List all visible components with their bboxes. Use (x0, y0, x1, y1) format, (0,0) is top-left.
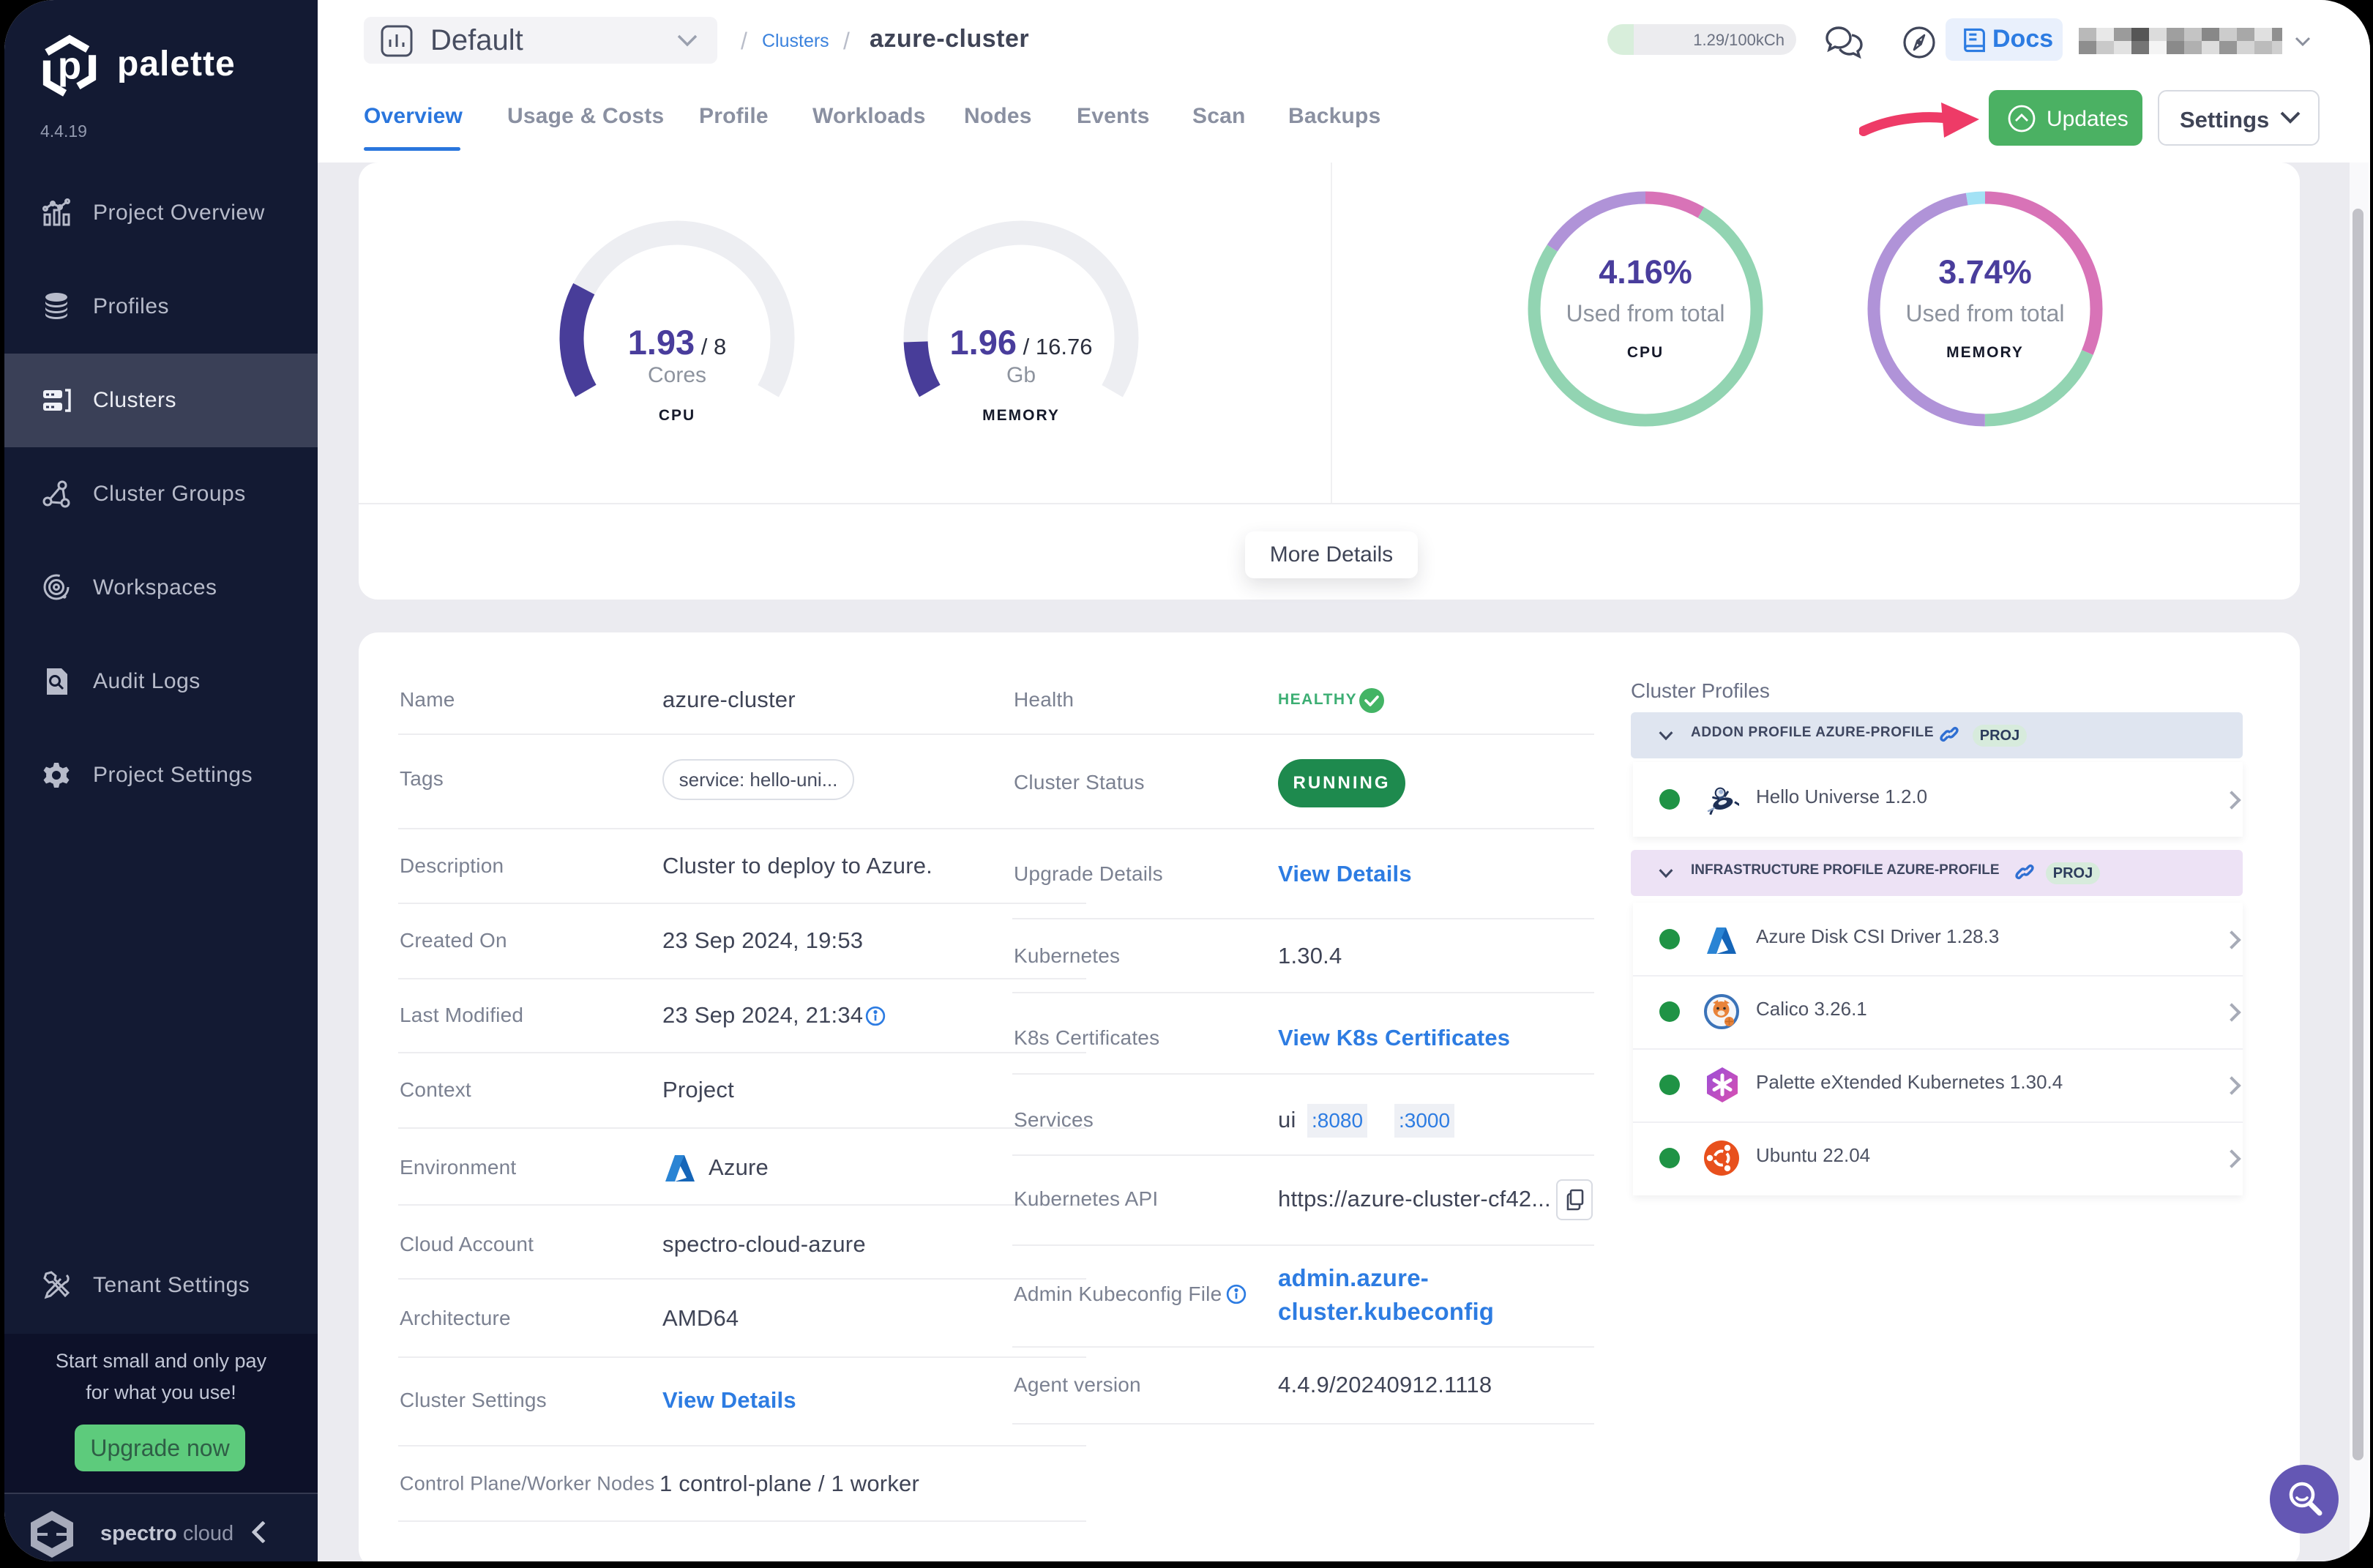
svg-text:p: p (58, 44, 81, 87)
